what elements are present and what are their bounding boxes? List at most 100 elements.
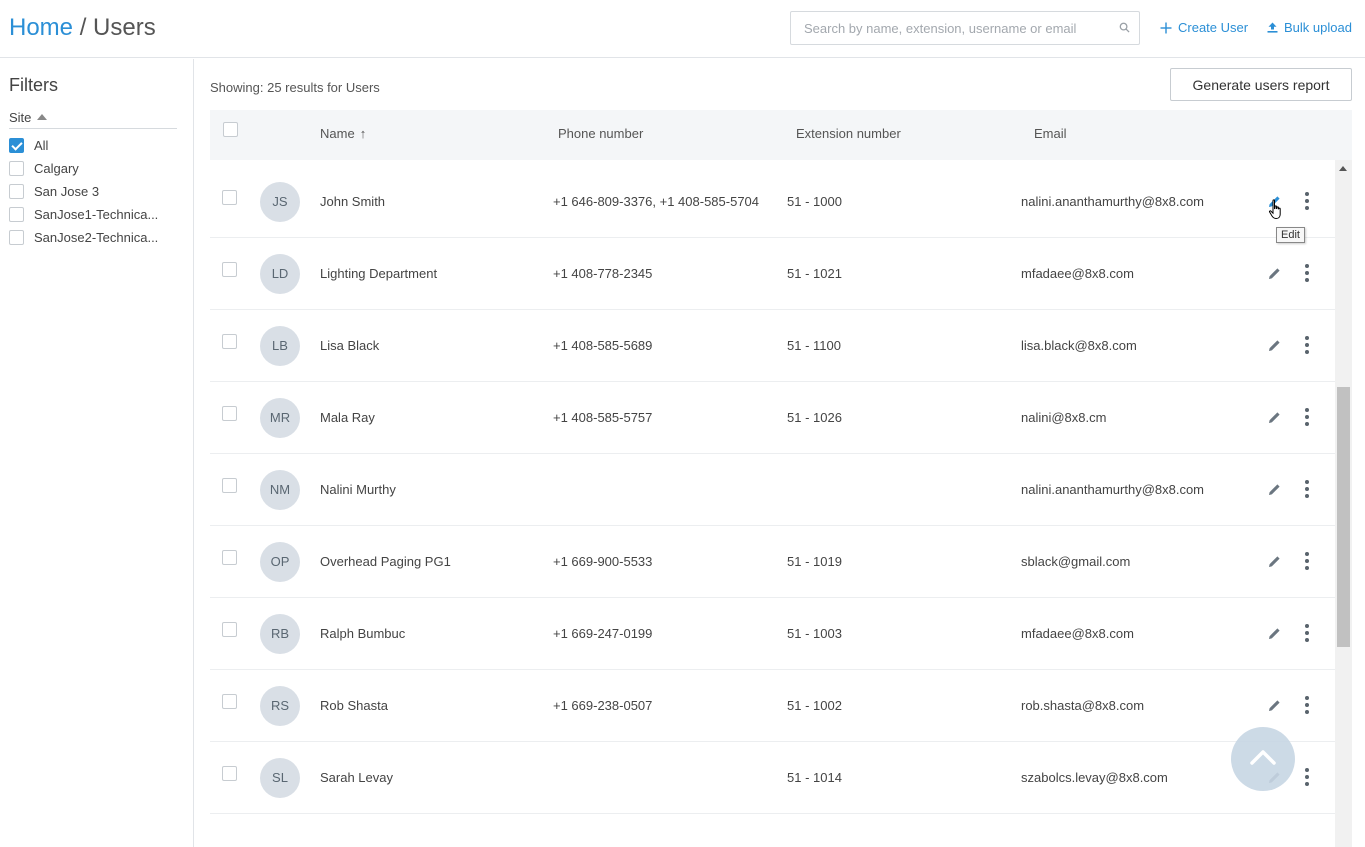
site-filter-checkbox[interactable] <box>9 229 24 245</box>
user-extension: 51 - 1003 <box>787 626 842 641</box>
more-vertical-icon[interactable] <box>1302 264 1312 284</box>
pencil-icon[interactable] <box>1268 555 1281 568</box>
generate-report-button[interactable]: Generate users report <box>1170 68 1352 101</box>
site-filter-option[interactable]: All <box>9 136 48 154</box>
pencil-icon[interactable] <box>1268 699 1281 712</box>
site-filter-option[interactable]: Calgary <box>9 159 79 177</box>
sort-asc-icon: ↑ <box>359 126 367 141</box>
search-input[interactable] <box>802 20 1106 37</box>
user-name[interactable]: Ralph Bumbuc <box>320 626 405 641</box>
user-phone: +1 669-238-0507 <box>553 698 653 713</box>
row-checkbox[interactable] <box>222 622 237 637</box>
column-header-email[interactable]: Email <box>1034 126 1067 141</box>
site-filter-checkbox[interactable] <box>9 137 24 153</box>
user-name[interactable]: Lighting Department <box>320 266 437 281</box>
more-vertical-icon[interactable] <box>1302 480 1312 500</box>
pencil-icon[interactable] <box>1268 267 1281 280</box>
site-filter-checkbox[interactable] <box>9 183 24 199</box>
avatar: RB <box>260 614 300 654</box>
user-email: mfadaee@8x8.com <box>1021 266 1134 281</box>
users-table-body: JS John Smith +1 646-809-3376, +1 408-585-… <box>210 166 1335 847</box>
site-filter-label: SanJose2-Technica... <box>34 229 159 245</box>
row-checkbox[interactable] <box>222 334 237 349</box>
user-phone: +1 408-778-2345 <box>553 266 653 281</box>
table-row[interactable]: LB Lisa Black +1 408-585-5689 51 - 1100 lisa… <box>210 310 1335 382</box>
more-vertical-icon[interactable] <box>1302 192 1312 212</box>
user-phone: +1 408-585-5689 <box>553 338 653 353</box>
user-name[interactable]: Lisa Black <box>320 338 379 353</box>
more-vertical-icon[interactable] <box>1302 696 1312 716</box>
bulk-upload-link[interactable]: Bulk upload <box>1267 20 1352 35</box>
pencil-icon[interactable] <box>1268 627 1281 640</box>
table-row[interactable]: RS Rob Shasta +1 669-238-0507 51 - 1002 rob.… <box>210 670 1335 742</box>
user-extension: 51 - 1026 <box>787 410 842 425</box>
row-checkbox[interactable] <box>222 694 237 709</box>
avatar: MR <box>260 398 300 438</box>
table-row[interactable]: LD Lighting Department +1 408-778-2345 51 -… <box>210 238 1335 310</box>
breadcrumb-home-link[interactable]: Home <box>9 14 73 41</box>
avatar: OP <box>260 542 300 582</box>
upload-icon <box>1267 22 1278 33</box>
user-name[interactable]: John Smith <box>320 194 385 209</box>
user-extension: 51 - 1014 <box>787 770 842 785</box>
user-name[interactable]: Mala Ray <box>320 410 375 425</box>
user-name[interactable]: Rob Shasta <box>320 698 388 713</box>
column-header-phone[interactable]: Phone number <box>558 126 643 141</box>
table-row[interactable]: RB Ralph Bumbuc +1 669-247-0199 51 - 1003 mf… <box>210 598 1335 670</box>
avatar: NM <box>260 470 300 510</box>
select-all-checkbox[interactable] <box>223 122 238 137</box>
site-filter-label: All <box>34 137 49 153</box>
scrollbar-thumb[interactable] <box>1337 387 1350 647</box>
table-row[interactable]: MR Mala Ray +1 408-585-5757 51 - 1026 nalini… <box>210 382 1335 454</box>
more-vertical-icon[interactable] <box>1302 408 1312 428</box>
avatar: LD <box>260 254 300 294</box>
row-checkbox[interactable] <box>222 478 237 493</box>
more-vertical-icon[interactable] <box>1302 768 1312 788</box>
create-user-link[interactable]: Create User <box>1160 20 1248 35</box>
scroll-to-top-button[interactable] <box>1231 727 1295 791</box>
row-checkbox[interactable] <box>222 406 237 421</box>
site-filter-label: Site <box>9 110 32 125</box>
chevron-up-icon <box>1250 750 1276 765</box>
table-row[interactable]: NM Nalini Murthy nalini.ananthamurthy@8x8.… <box>210 454 1335 526</box>
row-checkbox[interactable] <box>222 766 237 781</box>
user-name[interactable]: Nalini Murthy <box>320 482 396 497</box>
table-row[interactable]: JS John Smith +1 646-809-3376, +1 408-585-… <box>210 166 1335 238</box>
pencil-icon[interactable] <box>1268 339 1281 352</box>
user-phone: +1 669-247-0199 <box>553 626 653 641</box>
site-filter-checkbox[interactable] <box>9 206 24 222</box>
avatar: LB <box>260 326 300 366</box>
pencil-icon[interactable] <box>1268 411 1281 424</box>
table-scrollbar[interactable] <box>1335 160 1352 847</box>
site-filter-header[interactable]: Site <box>9 110 177 129</box>
user-extension: 51 - 1000 <box>787 194 842 209</box>
row-checkbox[interactable] <box>222 190 237 205</box>
column-header-extension[interactable]: Extension number <box>796 126 901 141</box>
column-header-name[interactable]: Name ↑ <box>320 126 366 141</box>
site-filter-option[interactable]: SanJose2-Technica... <box>9 228 158 246</box>
more-vertical-icon[interactable] <box>1302 336 1312 356</box>
bulk-upload-label: Bulk upload <box>1284 20 1352 35</box>
scroll-up-arrow-icon[interactable] <box>1339 166 1347 171</box>
more-vertical-icon[interactable] <box>1302 624 1312 644</box>
search-icon[interactable] <box>1119 22 1130 33</box>
table-row[interactable]: OP Overhead Paging PG1 +1 669-900-5533 51 -… <box>210 526 1335 598</box>
results-count: Showing: 25 results for Users <box>210 80 380 95</box>
site-filter-checkbox[interactable] <box>9 160 24 176</box>
user-extension: 51 - 1019 <box>787 554 842 569</box>
row-checkbox[interactable] <box>222 262 237 277</box>
table-row[interactable]: SL Sarah Levay 51 - 1014 szabolcs.levay@8x8… <box>210 742 1335 814</box>
avatar: JS <box>260 182 300 222</box>
site-filter-option[interactable]: San Jose 3 <box>9 182 99 200</box>
row-checkbox[interactable] <box>222 550 237 565</box>
user-email: rob.shasta@8x8.com <box>1021 698 1145 713</box>
more-vertical-icon[interactable] <box>1302 552 1312 572</box>
table-header: Name ↑ Phone number Extension number Emai… <box>210 110 1352 160</box>
site-filter-option[interactable]: SanJose1-Technica... <box>9 205 158 223</box>
filters-title: Filters <box>9 75 58 95</box>
site-filter-label: San Jose 3 <box>34 183 100 199</box>
user-name[interactable]: Overhead Paging PG1 <box>320 554 451 569</box>
user-name[interactable]: Sarah Levay <box>320 770 393 785</box>
edit-tooltip: Edit <box>1276 227 1305 243</box>
pencil-icon[interactable] <box>1268 483 1281 496</box>
